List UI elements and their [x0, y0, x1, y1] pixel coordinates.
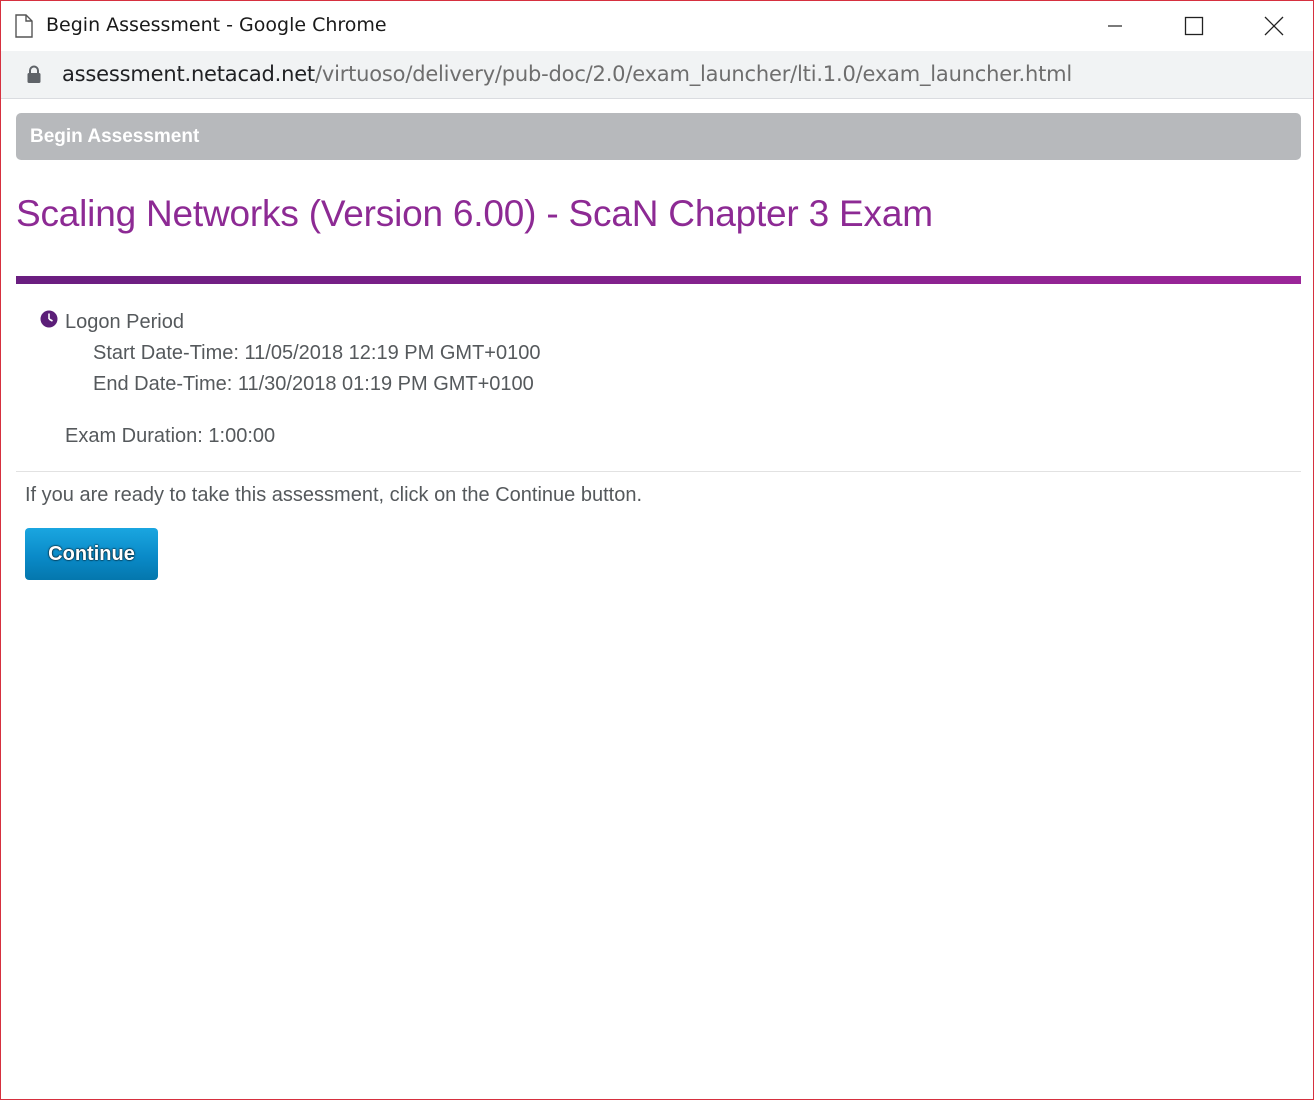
document-icon [15, 14, 33, 38]
window-title: Begin Assessment - Google Chrome [46, 14, 387, 36]
close-button[interactable] [1234, 1, 1314, 51]
exam-title: Scaling Networks (Version 6.00) - ScaN C… [16, 193, 933, 234]
instruction-text: If you are ready to take this assessment… [25, 484, 643, 506]
close-icon [1264, 16, 1284, 36]
exam-duration: Exam Duration: 1:00:00 [65, 425, 276, 447]
url-host: assessment.netacad.net [62, 62, 315, 86]
continue-button[interactable]: Continue [25, 528, 158, 580]
end-datetime: End Date-Time: 11/30/2018 01:19 PM GMT+0… [93, 373, 534, 395]
maximize-icon [1184, 16, 1204, 36]
start-datetime: Start Date-Time: 11/05/2018 12:19 PM GMT… [93, 342, 541, 364]
minimize-icon [1108, 25, 1122, 27]
page-header-band: Begin Assessment [16, 113, 1301, 160]
maximize-button[interactable] [1154, 1, 1234, 51]
url-text[interactable]: assessment.netacad.net/virtuoso/delivery… [62, 62, 1072, 86]
minimize-button[interactable] [1075, 1, 1155, 51]
page-header: Begin Assessment [30, 126, 200, 147]
lock-icon [27, 65, 41, 83]
browser-window: Begin Assessment - Google Chrome assessm… [0, 0, 1314, 1100]
logon-period-label: Logon Period [65, 311, 184, 333]
title-bar: Begin Assessment - Google Chrome [1, 1, 1313, 51]
title-divider [16, 276, 1301, 284]
clock-icon [40, 310, 58, 328]
section-divider [16, 471, 1301, 472]
url-path: /virtuoso/delivery/pub-doc/2.0/exam_laun… [314, 62, 1072, 86]
